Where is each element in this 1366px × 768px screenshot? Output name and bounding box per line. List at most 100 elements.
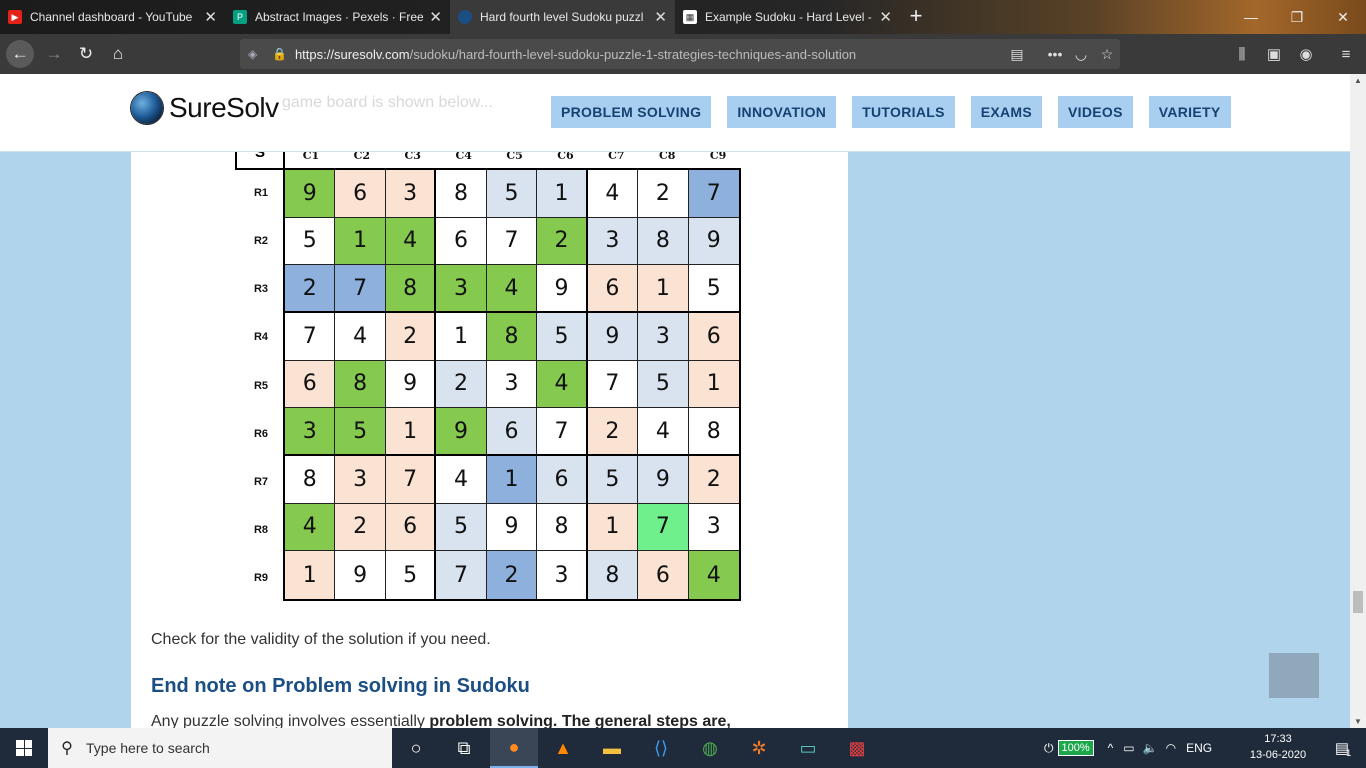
chevron-up-icon[interactable]: ^ bbox=[1108, 741, 1114, 755]
new-tab-button[interactable]: + bbox=[905, 3, 927, 29]
column-header: C4 bbox=[455, 152, 472, 162]
sudoku-cell: 5 bbox=[385, 551, 437, 599]
back-button[interactable]: ← bbox=[6, 40, 34, 68]
tab-youtube[interactable]: ▶ Channel dashboard - YouTube ✕ bbox=[0, 0, 225, 34]
url-text[interactable]: https://suresolv.com/sudoku/hard-fourth-… bbox=[295, 47, 1004, 62]
sudoku-cell: 9 bbox=[486, 503, 538, 552]
xampp-icon[interactable]: ✲ bbox=[735, 728, 783, 768]
sudoku-cell: 5 bbox=[436, 503, 487, 552]
menu-exams[interactable]: EXAMS bbox=[970, 96, 1043, 128]
tab-suresolv[interactable]: Hard fourth level Sudoku puzzl ✕ bbox=[450, 0, 675, 34]
battery-icon[interactable]: ▭ bbox=[1123, 741, 1134, 755]
close-icon[interactable]: ✕ bbox=[429, 8, 442, 26]
scroll-up-icon[interactable]: ▲ bbox=[1350, 76, 1366, 85]
sudoku-cell: 8 bbox=[486, 313, 538, 361]
sudoku-cell: 5 bbox=[486, 170, 538, 218]
vlc-icon[interactable]: ▲ bbox=[539, 728, 587, 768]
volume-icon[interactable]: 🔈 bbox=[1143, 741, 1158, 755]
windows-icon bbox=[16, 740, 32, 756]
restore-icon[interactable]: ❐ bbox=[1274, 0, 1320, 34]
sudoku-cell: 3 bbox=[486, 360, 538, 409]
start-button[interactable] bbox=[0, 728, 48, 768]
forward-button[interactable]: → bbox=[40, 40, 68, 68]
sudoku-cell: 1 bbox=[537, 170, 588, 218]
pexels-icon: P bbox=[233, 10, 247, 24]
windows-taskbar: ⚲ Type here to search ○ ⧉ ● ▲ ▬ ⟨⟩ ◍ ✲ ▭… bbox=[0, 728, 1366, 768]
file-explorer-icon[interactable]: ▬ bbox=[588, 728, 636, 768]
reader-view-icon[interactable]: ▤ bbox=[1004, 46, 1030, 63]
wifi-icon[interactable]: ◠ bbox=[1166, 741, 1176, 755]
menu-problem-solving[interactable]: PROBLEM SOLVING bbox=[551, 96, 712, 128]
sudoku-cell: 9 bbox=[385, 360, 437, 409]
scroll-to-top-button[interactable] bbox=[1269, 653, 1319, 698]
tab-pexels[interactable]: P Abstract Images · Pexels · Free ✕ bbox=[225, 0, 450, 34]
task-view-icon[interactable]: ⧉ bbox=[440, 728, 488, 768]
sudoku-cell: 5 bbox=[335, 408, 386, 456]
bookmark-star-icon[interactable]: ☆ bbox=[1094, 46, 1120, 63]
sudoku-cell: 9 bbox=[285, 170, 336, 218]
home-button[interactable]: ⌂ bbox=[104, 40, 132, 68]
section-heading: End note on Problem solving in Sudoku bbox=[151, 675, 530, 697]
battery-indicator[interactable]: 100% bbox=[1057, 740, 1094, 756]
sudoku-cell: 3 bbox=[537, 551, 588, 599]
pocket-icon[interactable]: ◡ bbox=[1068, 46, 1094, 63]
chrome-icon[interactable]: ◍ bbox=[686, 728, 734, 768]
paint-icon[interactable]: ▩ bbox=[833, 728, 881, 768]
close-icon[interactable]: ✕ bbox=[654, 8, 667, 26]
sudoku-cell: 2 bbox=[587, 408, 639, 456]
site-logo[interactable]: SureSolv bbox=[131, 92, 279, 124]
tab-label: Abstract Images · Pexels · Free bbox=[255, 10, 424, 24]
sudoku-cell: 8 bbox=[385, 265, 437, 313]
close-icon[interactable]: ✕ bbox=[204, 8, 217, 26]
menu-icon[interactable]: ≡ bbox=[1334, 42, 1358, 66]
sudoku-cell: 3 bbox=[638, 313, 689, 361]
tab-example-sudoku[interactable]: ▦ Example Sudoku - Hard Level - ✕ bbox=[675, 0, 900, 34]
firefox-icon[interactable]: ● bbox=[490, 728, 538, 768]
row-header: R5 bbox=[253, 379, 269, 392]
menu-innovation[interactable]: INNOVATION bbox=[727, 96, 837, 128]
account-icon[interactable]: ◉ bbox=[1294, 42, 1318, 66]
page-scrollbar[interactable]: ▲ ▼ bbox=[1350, 74, 1366, 728]
language-indicator[interactable]: ENG bbox=[1186, 741, 1212, 755]
search-icon: ⚲ bbox=[61, 740, 73, 757]
sudoku-cell: 9 bbox=[688, 217, 739, 266]
row-header: R1 bbox=[253, 187, 269, 200]
sudoku-cell: 4 bbox=[587, 170, 639, 218]
shield-icon[interactable]: ◈ bbox=[248, 47, 262, 61]
sudoku-cell: 4 bbox=[436, 456, 487, 504]
lock-icon[interactable]: 🔒 bbox=[272, 47, 287, 61]
tab-label: Hard fourth level Sudoku puzzl bbox=[480, 10, 644, 24]
clock[interactable]: 17:33 13-06-2020 bbox=[1244, 731, 1312, 763]
close-icon[interactable]: ✕ bbox=[879, 8, 892, 26]
notifications-icon[interactable]: ▤ 1 bbox=[1320, 728, 1366, 768]
sudoku-cell: 4 bbox=[688, 551, 739, 599]
scroll-down-icon[interactable]: ▼ bbox=[1350, 717, 1366, 726]
page-actions-icon[interactable]: ••• bbox=[1042, 46, 1068, 62]
sudoku-cell: 1 bbox=[285, 551, 336, 599]
sudoku-cell: 3 bbox=[385, 170, 437, 218]
sudoku-cell: 2 bbox=[285, 265, 336, 313]
menu-tutorials[interactable]: TUTORIALS bbox=[852, 96, 955, 128]
row-header: R6 bbox=[253, 427, 269, 440]
article-content: S C1 C2 C3 C4 C5 C6 C7 C8 C9 R1 R2 R3 R4 R5 R6 R7 R8 R9 … bbox=[131, 152, 848, 728]
close-window-icon[interactable]: ✕ bbox=[1320, 0, 1366, 34]
taskbar-search[interactable]: ⚲ Type here to search bbox=[48, 728, 392, 768]
browser-navbar: ← → ↻ ⌂ ◈ 🔒 https://suresolv.com/sudoku/… bbox=[0, 34, 1366, 74]
library-icon[interactable]: ⫼ bbox=[1230, 42, 1254, 66]
power-icon[interactable]: ⏻ bbox=[1044, 741, 1054, 756]
url-bar[interactable]: ◈ 🔒 https://suresolv.com/sudoku/hard-fou… bbox=[240, 39, 1120, 69]
sidebar-icon[interactable]: ▣ bbox=[1262, 42, 1286, 66]
menu-videos[interactable]: VIDEOS bbox=[1058, 96, 1133, 128]
minimize-icon[interactable]: — bbox=[1228, 0, 1274, 34]
sudoku-cell: 7 bbox=[537, 408, 588, 456]
menu-variety[interactable]: VARIETY bbox=[1148, 96, 1231, 128]
cortana-icon[interactable]: ○ bbox=[392, 728, 440, 768]
column-header: C6 bbox=[557, 152, 574, 162]
scrollbar-thumb[interactable] bbox=[1353, 591, 1363, 613]
vscode-icon[interactable]: ⟨⟩ bbox=[637, 728, 685, 768]
sudoku-cell: 5 bbox=[638, 360, 689, 409]
date-text: 13-06-2020 bbox=[1249, 749, 1307, 761]
reload-button[interactable]: ↻ bbox=[72, 40, 100, 68]
remote-desktop-icon[interactable]: ▭ bbox=[784, 728, 832, 768]
browser-tab-strip: ▶ Channel dashboard - YouTube ✕ P Abstra… bbox=[0, 0, 1366, 34]
